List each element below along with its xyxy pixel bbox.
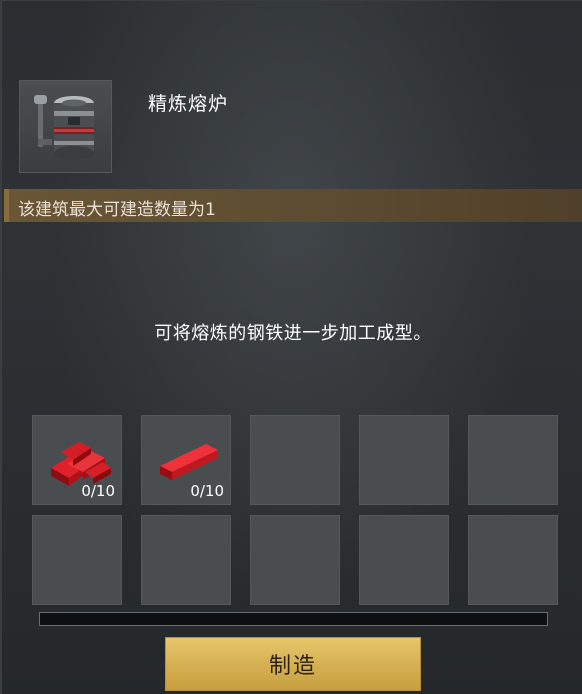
build-limit-bar: 该建筑最大可建造数量为1 (4, 189, 582, 222)
empty-slot (141, 515, 231, 605)
material-slot-1[interactable]: 0/10 (32, 415, 122, 505)
building-icon-frame (19, 80, 112, 173)
craft-button[interactable]: 制造 (165, 637, 421, 691)
building-panel: 精炼熔炉 该建筑最大可建造数量为1 可将熔炼的钢铁进一步加工成型。 0/10 0… (0, 0, 582, 694)
empty-slot (359, 415, 449, 505)
furnace-icon (34, 95, 94, 160)
material-count: 0/10 (190, 482, 224, 500)
craft-progress-bar (39, 612, 548, 626)
empty-slot (250, 415, 340, 505)
material-count: 0/10 (81, 482, 115, 500)
empty-slot (359, 515, 449, 605)
empty-slot (32, 515, 122, 605)
empty-slot (250, 515, 340, 605)
material-slot-2[interactable]: 0/10 (141, 415, 231, 505)
building-description: 可将熔炼的钢铁进一步加工成型。 (154, 323, 432, 344)
building-name: 精炼熔炉 (148, 93, 229, 115)
empty-slot (468, 415, 558, 505)
limit-bar-accent (4, 189, 9, 222)
empty-slot (468, 515, 558, 605)
build-limit-text: 该建筑最大可建造数量为1 (18, 200, 216, 220)
